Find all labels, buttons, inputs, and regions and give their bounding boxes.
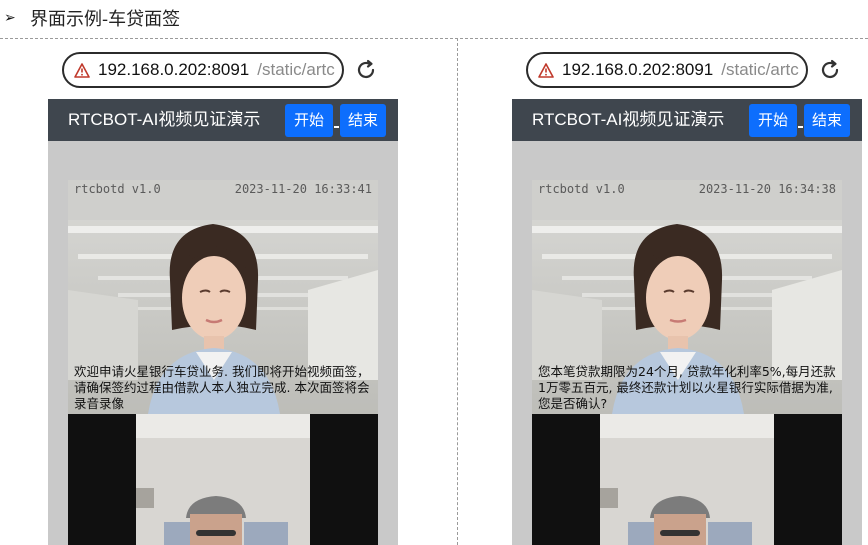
phone-screenshot-left: 192.168.0.202:8091/static/artc RTCBOT-AI…: [48, 44, 398, 545]
video-area: rtcbotd v1.0 2023-11-20 16:34:38 您本笔贷款期限…: [512, 141, 862, 545]
subtitle-text: 欢迎申请火星银行车贷业务. 我们即将开始视频面签，请确保签约过程由借款人本人独立…: [74, 364, 370, 411]
end-button[interactable]: 结束: [804, 104, 850, 137]
overlay-version: rtcbotd v1.0: [74, 182, 161, 196]
app-header: RTCBOT-AI视频见证演示 开始 结束: [512, 99, 862, 141]
app-header: RTCBOT-AI视频见证演示 开始 结束: [48, 99, 398, 141]
reload-icon[interactable]: [354, 58, 378, 82]
button-separator: [334, 126, 339, 128]
reload-icon[interactable]: [818, 58, 842, 82]
address-bar[interactable]: 192.168.0.202:8091/static/artc: [526, 52, 808, 88]
warning-triangle-icon[interactable]: [538, 62, 554, 78]
user-camera-feed: [68, 414, 378, 545]
start-button[interactable]: 开始: [749, 104, 797, 137]
overlay-version: rtcbotd v1.0: [538, 182, 625, 196]
phone-screenshot-right: 192.168.0.202:8091/static/artc RTCBOT-AI…: [512, 44, 862, 545]
arrow-bullet-icon: ➢: [4, 10, 16, 26]
ai-agent-video: rtcbotd v1.0 2023-11-20 16:34:38 您本笔贷款期限…: [532, 180, 842, 414]
dashed-divider-horizontal: [0, 38, 868, 39]
subtitle-text: 您本笔贷款期限为24个月, 贷款年化利率5%,每月还款1万零五百元, 最终还款计…: [538, 364, 836, 411]
user-camera-feed: [532, 414, 842, 545]
button-separator: [798, 126, 803, 128]
app-title: RTCBOT-AI视频见证演示: [532, 110, 725, 129]
address-bar[interactable]: 192.168.0.202:8091/static/artc: [62, 52, 344, 88]
url-path: /static/artc: [721, 60, 799, 79]
user-camera-image: [532, 414, 842, 545]
overlay-timestamp: 2023-11-20 16:34:38: [698, 182, 836, 196]
end-button[interactable]: 结束: [340, 104, 386, 137]
overlay-timestamp: 2023-11-20 16:33:41: [234, 182, 372, 196]
url-path: /static/artc: [257, 60, 335, 79]
video-area: rtcbotd v1.0 2023-11-20 16:33:41 欢迎申请火星银…: [48, 141, 398, 545]
ai-agent-video: rtcbotd v1.0 2023-11-20 16:33:41 欢迎申请火星银…: [68, 180, 378, 414]
url-host: 192.168.0.202:8091: [98, 60, 250, 79]
section-title: 界面示例-车贷面签: [30, 9, 181, 30]
warning-triangle-icon[interactable]: [74, 62, 90, 78]
url-host: 192.168.0.202:8091: [562, 60, 714, 79]
start-button[interactable]: 开始: [285, 104, 333, 137]
section-heading: ➢ 界面示例-车贷面签: [4, 4, 180, 32]
app-title: RTCBOT-AI视频见证演示: [68, 110, 261, 129]
user-camera-image: [68, 414, 378, 545]
dashed-divider-vertical: [457, 38, 458, 545]
